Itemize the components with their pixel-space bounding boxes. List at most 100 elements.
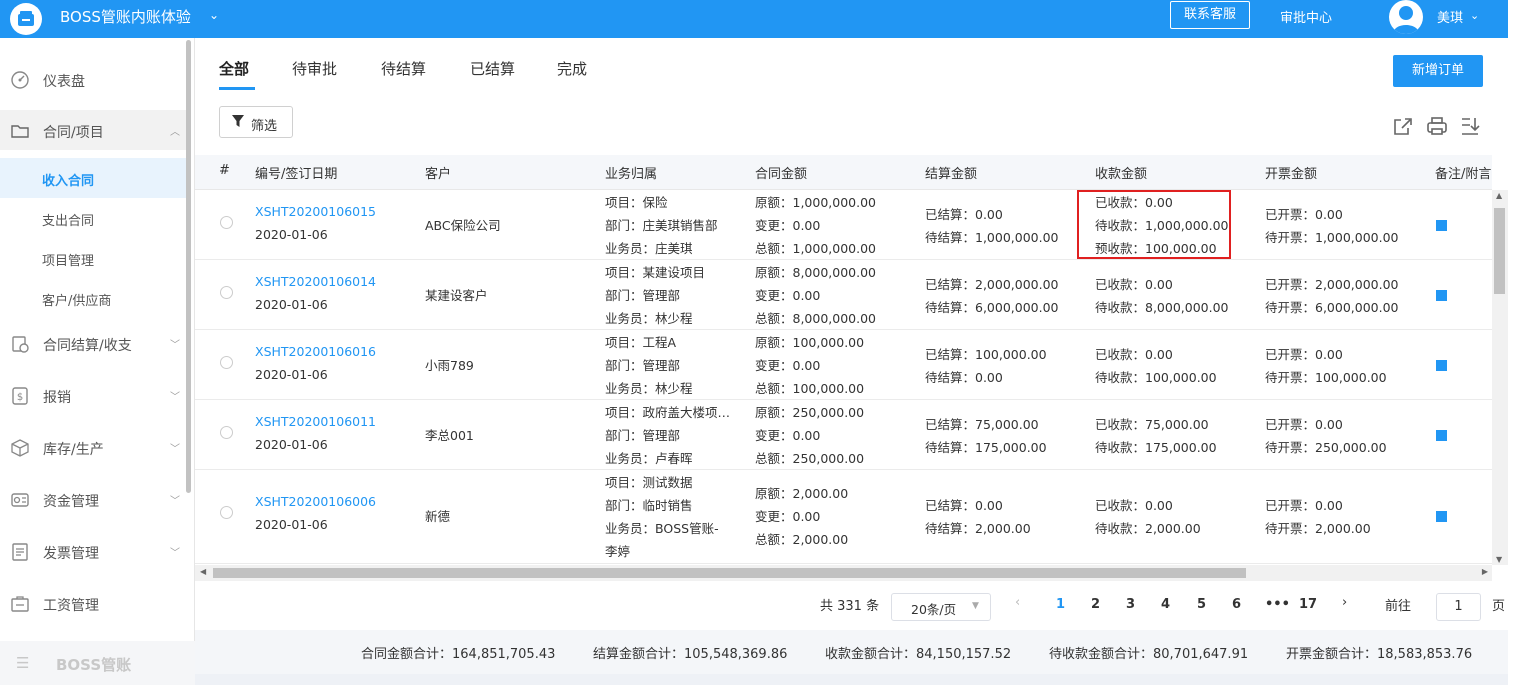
contact-support-button[interactable]: 联系客服 [1170, 1, 1250, 29]
prev-page-icon[interactable]: ‹ [1015, 595, 1020, 610]
business-line: 项目：某建设项目 [605, 265, 706, 280]
note-attachment-icon[interactable] [1436, 290, 1447, 301]
tab-pending-approval[interactable]: 待审批 [292, 58, 337, 79]
sidebar-subitem-project-management[interactable]: 项目管理 [0, 238, 186, 278]
row-select-radio[interactable] [220, 216, 233, 229]
column-header[interactable]: 客户 [425, 163, 451, 182]
table-row[interactable]: XSHT20200106015 2020-01-06 ABC保险公司 项目：保险… [195, 190, 1492, 260]
filter-button[interactable]: 筛选 [219, 106, 293, 138]
page-number[interactable]: 6 [1232, 597, 1241, 612]
contract-date: 2020-01-06 [255, 437, 328, 452]
vertical-scroll-thumb[interactable] [1494, 208, 1505, 294]
scroll-right-arrow-icon[interactable]: ▶ [1482, 567, 1488, 576]
column-header[interactable]: 结算金额 [925, 163, 977, 182]
sidebar-item-reimburse[interactable]: $ 报销 ﹀ [0, 375, 186, 415]
sidebar-subitem-customer-supplier[interactable]: 客户/供应商 [0, 278, 186, 318]
approval-center-link[interactable]: 审批中心 [1280, 7, 1332, 26]
tab-settled[interactable]: 已结算 [470, 58, 515, 79]
sidebar-item-label: 工资管理 [43, 598, 99, 614]
sidebar-item-invoice[interactable]: 发票管理 ﹀ [0, 531, 186, 571]
app-title[interactable]: BOSS管账内账体验 [60, 6, 191, 27]
row-select-radio[interactable] [220, 286, 233, 299]
sidebar-item-settlement[interactable]: 合同结算/收支 ﹀ [0, 323, 186, 363]
receipt-amount-line: 已收款：0.00 [1095, 498, 1173, 513]
scroll-left-arrow-icon[interactable]: ◀ [200, 567, 206, 576]
export-icon[interactable] [1392, 115, 1414, 137]
table-row[interactable]: XSHT20200106014 2020-01-06 某建设客户 项目：某建设项… [195, 260, 1492, 330]
user-menu-chevron-icon[interactable]: ⌄ [1470, 9, 1479, 22]
sidebar-subitem-label: 客户/供应商 [42, 294, 112, 309]
new-order-button[interactable]: 新增订单 [1393, 55, 1483, 87]
user-name[interactable]: 美琪 [1437, 7, 1463, 26]
contract-code-link[interactable]: XSHT20200106016 [255, 344, 376, 359]
table-row[interactable]: XSHT20200106016 2020-01-06 小雨789 项目：工程A … [195, 330, 1492, 400]
table-row[interactable]: XSHT20200106011 2020-01-06 李总001 项目：政府盖大… [195, 400, 1492, 470]
settle-amount-line: 待结算：1,000,000.00 [925, 230, 1059, 245]
next-page-icon[interactable]: › [1342, 595, 1347, 610]
sidebar-subitem-expense-contract[interactable]: 支出合同 [0, 198, 186, 238]
page-size-select[interactable]: 20条/页 ▼ [891, 593, 991, 621]
row-select-radio[interactable] [220, 356, 233, 369]
settle-amount-line: 待结算：2,000.00 [925, 521, 1031, 536]
page-size-value: 20条/页 [911, 602, 957, 617]
page-number[interactable]: 17 [1299, 597, 1317, 612]
sidebar-scrollbar[interactable] [186, 40, 191, 493]
collapse-menu-icon[interactable]: ☰ [16, 654, 29, 672]
user-avatar-icon[interactable] [1389, 0, 1423, 34]
more-pages-ellipsis[interactable]: ••• [1265, 597, 1290, 612]
scroll-up-arrow-icon[interactable]: ▲ [1496, 191, 1502, 200]
receipt-highlight-box [1077, 190, 1231, 259]
sidebar-item-dashboard[interactable]: 仪表盘 [0, 59, 186, 99]
horizontal-scroll-thumb[interactable] [213, 568, 1246, 578]
page-number[interactable]: 2 [1091, 597, 1100, 612]
receipt-amount-line: 待收款：8,000,000.00 [1095, 300, 1229, 315]
column-header[interactable]: 合同金额 [755, 163, 807, 182]
app-logo-icon[interactable] [10, 3, 42, 35]
column-header[interactable]: 备注/附言 [1435, 163, 1491, 182]
table-vertical-scrollbar[interactable]: ▲ ▼ [1492, 190, 1508, 565]
contract-code-link[interactable]: XSHT20200106015 [255, 204, 376, 219]
goto-page-input[interactable]: 1 [1436, 593, 1481, 621]
column-header[interactable]: 开票金额 [1265, 163, 1317, 182]
column-header[interactable]: 收款金额 [1095, 163, 1147, 182]
row-select-radio[interactable] [220, 506, 233, 519]
contract-code-link[interactable]: XSHT20200106006 [255, 494, 376, 509]
contract-code-link[interactable]: XSHT20200106014 [255, 274, 376, 289]
note-attachment-icon[interactable] [1436, 220, 1447, 231]
top-bar: BOSS管账内账体验 ⌄ 联系客服 审批中心 美琪 ⌄ [0, 0, 1508, 38]
page-number[interactable]: 5 [1197, 597, 1206, 612]
tab-all[interactable]: 全部 [219, 58, 249, 79]
column-header[interactable]: 编号/签订日期 [255, 163, 337, 182]
app-switch-chevron-icon[interactable]: ⌄ [209, 8, 219, 22]
note-attachment-icon[interactable] [1436, 360, 1447, 371]
scroll-down-arrow-icon[interactable]: ▼ [1496, 555, 1502, 564]
business-line: 业务员：BOSS管账- [605, 521, 719, 536]
contract-code-link[interactable]: XSHT20200106011 [255, 414, 376, 429]
print-icon[interactable] [1426, 115, 1448, 137]
sidebar-item-contract-project[interactable]: 合同/项目 ︿ [0, 110, 186, 150]
contract-date: 2020-01-06 [255, 227, 328, 242]
contract-amount-line: 变更：0.00 [755, 288, 821, 303]
table-horizontal-scrollbar[interactable]: ◀ ▶ [195, 565, 1492, 581]
business-line: 业务员：林少程 [605, 381, 693, 396]
page-number[interactable]: 1 [1056, 597, 1065, 612]
table-row[interactable]: XSHT20200106006 2020-01-06 新德 项目：测试数据 部门… [195, 470, 1492, 564]
sidebar-item-salary[interactable]: 工资管理 [0, 583, 186, 623]
receipt-amount-line: 已收款：0.00 [1095, 347, 1173, 362]
column-settings-icon[interactable] [1459, 115, 1481, 137]
tab-completed[interactable]: 完成 [557, 58, 587, 79]
note-attachment-icon[interactable] [1436, 511, 1447, 522]
column-header[interactable]: 业务归属 [605, 163, 657, 182]
note-attachment-icon[interactable] [1436, 430, 1447, 441]
sidebar-item-inventory[interactable]: 库存/生产 ﹀ [0, 427, 186, 467]
filter-label: 筛选 [251, 119, 278, 134]
sidebar-item-fund[interactable]: 资金管理 ﹀ [0, 479, 186, 519]
business-line: 项目：保险 [605, 195, 668, 210]
contract-amount-line: 总额：8,000,000.00 [755, 311, 876, 326]
row-select-radio[interactable] [220, 426, 233, 439]
sidebar-subitem-income-contract[interactable]: 收入合同 [0, 158, 186, 198]
invoice-amount-line: 待开票：250,000.00 [1265, 440, 1387, 455]
page-number[interactable]: 4 [1161, 597, 1170, 612]
tab-pending-settlement[interactable]: 待结算 [381, 58, 426, 79]
page-number[interactable]: 3 [1126, 597, 1135, 612]
